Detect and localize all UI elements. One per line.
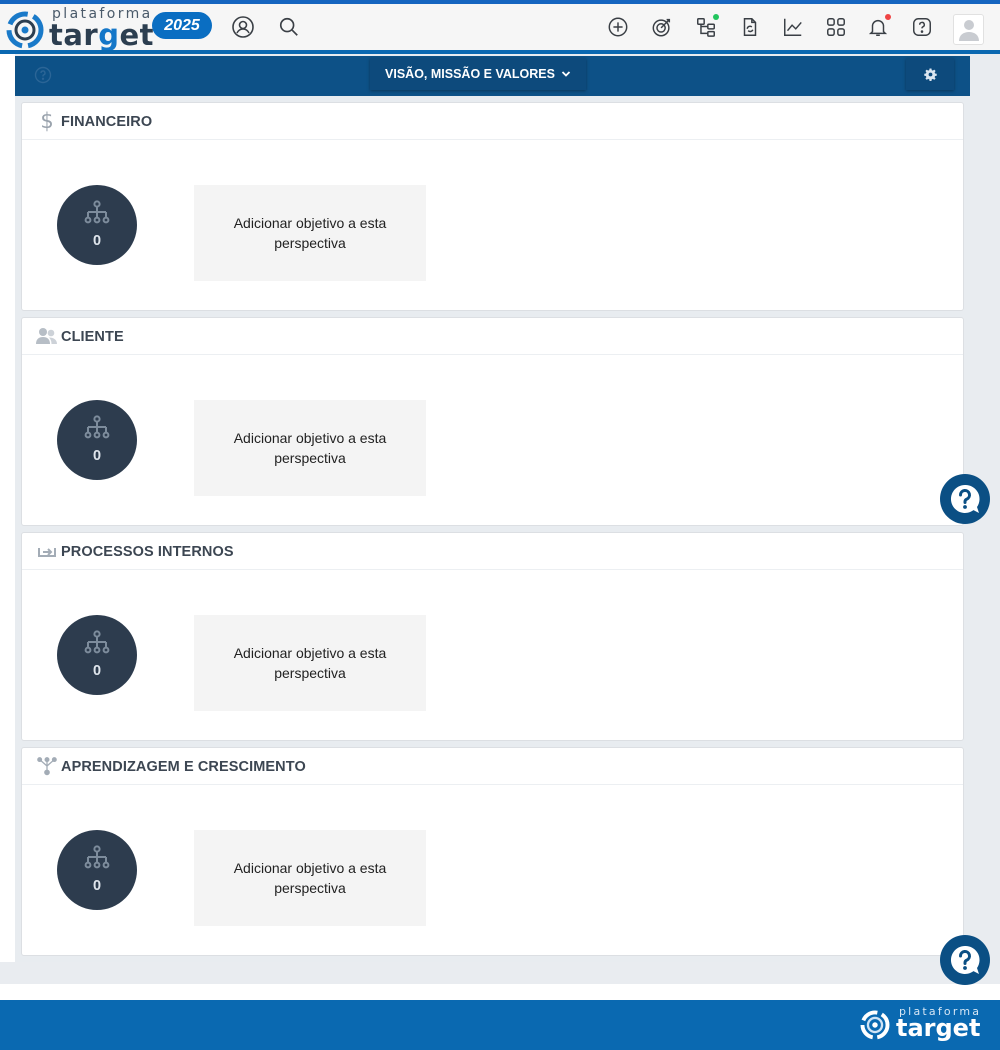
help-icon[interactable] (909, 14, 935, 40)
objective-counter[interactable]: 0 (57, 185, 137, 265)
add-objective-label: Adicionar objetivo a esta perspectiva (233, 430, 387, 466)
add-circle-icon[interactable] (605, 14, 631, 40)
logo-big-text: target (49, 18, 155, 52)
footer-logo-big: target (896, 1014, 981, 1042)
tree-icon[interactable] (693, 14, 719, 40)
perspective-aprendizagem-crescimento: APRENDIZAGEM E CRESCIMENTO 0 Adicionar o… (21, 747, 964, 956)
add-objective-label: Adicionar objetivo a esta perspectiva (233, 860, 387, 896)
objective-count: 0 (92, 663, 102, 679)
brand-logo[interactable]: plataforma target (2, 6, 154, 52)
chevron-down-icon (561, 71, 571, 77)
footer-logo: plataforma target (857, 1005, 981, 1045)
branch-icon (36, 756, 58, 776)
canvas-bottom-strip (0, 962, 1000, 984)
gear-icon (923, 68, 937, 81)
perspective-financeiro: $ FINANCEIRO 0 Adicionar objetivo a esta… (21, 102, 964, 311)
logo-mark-icon (6, 11, 44, 49)
users-icon (36, 326, 58, 346)
floating-help-button[interactable] (940, 935, 990, 985)
process-icon (36, 541, 58, 561)
panel-header: $ FINANCEIRO (22, 103, 963, 140)
hierarchy-icon (84, 415, 110, 439)
objective-count: 0 (92, 233, 102, 249)
perspective-cliente: CLIENTE 0 Adicionar objetivo a esta pers… (21, 317, 964, 526)
search-icon[interactable] (276, 14, 302, 40)
alert-dot (885, 14, 891, 20)
online-dot (713, 14, 719, 20)
add-objective-label: Adicionar objetivo a esta perspectiva (233, 215, 387, 251)
panel-header: PROCESSOS INTERNOS (22, 533, 963, 570)
objective-counter[interactable]: 0 (57, 400, 137, 480)
panel-title: APRENDIZAGEM E CRESCIMENTO (61, 759, 306, 775)
floating-help-button[interactable] (940, 474, 990, 524)
hierarchy-icon (84, 630, 110, 654)
panel-title: PROCESSOS INTERNOS (61, 544, 234, 560)
panel-title: CLIENTE (61, 329, 124, 345)
panel-header: APRENDIZAGEM E CRESCIMENTO (22, 748, 963, 785)
user-avatar-icon (958, 19, 979, 41)
dollar-icon: $ (40, 109, 54, 133)
add-objective-button[interactable]: Adicionar objetivo a esta perspectiva (194, 615, 426, 711)
objective-count: 0 (92, 448, 102, 464)
page-footer (0, 1000, 1000, 1050)
user-circle-icon[interactable] (230, 14, 256, 40)
add-objective-button[interactable]: Adicionar objetivo a esta perspectiva (194, 400, 426, 496)
logo-mark-icon (860, 1010, 890, 1040)
panel-title: FINANCEIRO (61, 114, 153, 130)
add-objective-button[interactable]: Adicionar objetivo a esta perspectiva (194, 185, 426, 281)
vision-mission-dropdown[interactable]: VISÃO, MISSÃO E VALORES (370, 58, 586, 90)
bell-icon[interactable] (865, 14, 891, 40)
apps-grid-icon[interactable] (823, 14, 849, 40)
objective-count: 0 (92, 878, 102, 894)
dropdown-label: VISÃO, MISSÃO E VALORES (385, 67, 555, 81)
perspective-processos-internos: PROCESSOS INTERNOS 0 Adicionar objetivo … (21, 532, 964, 741)
chart-line-icon[interactable] (780, 14, 806, 40)
user-avatar[interactable] (953, 14, 984, 45)
objective-counter[interactable]: 0 (57, 830, 137, 910)
year-badge[interactable]: 2025 (152, 12, 212, 39)
settings-button[interactable] (906, 58, 954, 90)
app-header: plataforma target 2025 (0, 4, 1000, 52)
add-objective-button[interactable]: Adicionar objetivo a esta perspectiva (194, 830, 426, 926)
help-chat-icon (950, 945, 980, 974)
help-chat-icon (950, 484, 980, 513)
hierarchy-icon (84, 845, 110, 869)
panel-header: CLIENTE (22, 318, 963, 355)
toolbar-help-icon[interactable] (34, 66, 52, 84)
objective-counter[interactable]: 0 (57, 615, 137, 695)
target-icon[interactable] (649, 14, 675, 40)
hierarchy-icon (84, 200, 110, 224)
add-objective-label: Adicionar objetivo a esta perspectiva (233, 645, 387, 681)
document-refresh-icon[interactable] (737, 14, 763, 40)
